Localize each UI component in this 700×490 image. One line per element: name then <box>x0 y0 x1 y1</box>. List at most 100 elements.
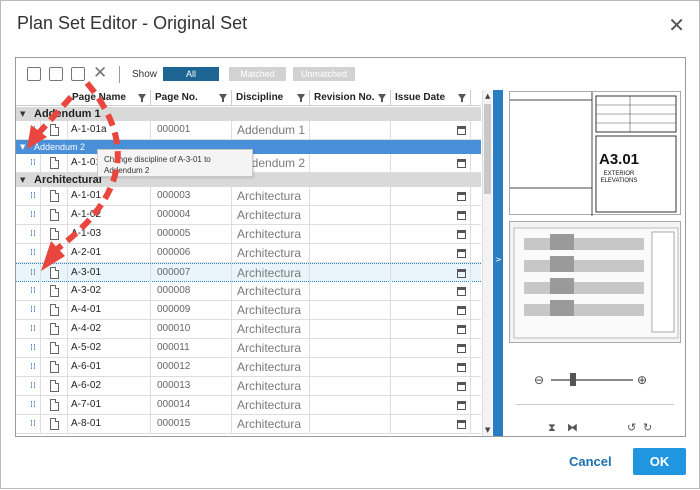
collapse-triangle-icon[interactable]: ▼ <box>20 107 25 121</box>
calendar-icon[interactable] <box>457 211 466 220</box>
page-name-cell[interactable]: A-1-01a <box>68 121 151 139</box>
delete-icon[interactable]: ✕ <box>93 63 107 83</box>
discipline-cell[interactable]: Architectura <box>232 301 310 319</box>
filter-matched-button[interactable]: Matched <box>229 67 286 81</box>
issue-date-cell[interactable] <box>391 415 471 433</box>
revision-no-cell[interactable] <box>310 121 391 139</box>
revision-no-cell[interactable] <box>310 244 391 262</box>
calendar-icon[interactable] <box>457 401 466 410</box>
table-row[interactable]: ⁞⁞ A-2-01 000006 Architectura <box>16 244 481 263</box>
page-no-cell[interactable]: 000005 <box>151 225 232 243</box>
collapse-triangle-icon[interactable]: ▼ <box>20 140 25 154</box>
discipline-cell[interactable]: Architectura <box>232 377 310 395</box>
calendar-icon[interactable] <box>457 249 466 258</box>
page-name-cell[interactable]: A-8-01 <box>68 415 151 433</box>
revision-no-cell[interactable] <box>310 264 391 282</box>
issue-date-cell[interactable] <box>391 339 471 357</box>
drag-handle-icon[interactable]: ⁞⁞ <box>26 225 41 243</box>
rotate-left-icon[interactable]: ↺ <box>627 421 636 434</box>
add-sheet-icon[interactable] <box>27 67 41 81</box>
drag-handle-icon[interactable]: ⁞⁞ <box>26 244 41 262</box>
page-no-cell[interactable]: 000011 <box>151 339 232 357</box>
page-name-cell[interactable]: A-1-02 <box>68 206 151 224</box>
page-no-cell[interactable]: 000007 <box>151 264 232 282</box>
issue-date-cell[interactable] <box>391 154 471 172</box>
issue-date-cell[interactable] <box>391 187 471 205</box>
revision-no-cell[interactable] <box>310 187 391 205</box>
issue-date-cell[interactable] <box>391 206 471 224</box>
page-no-cell[interactable]: 000015 <box>151 415 232 433</box>
calendar-icon[interactable] <box>457 230 466 239</box>
page-name-cell[interactable]: A-1-03 <box>68 225 151 243</box>
zoom-out-icon[interactable]: ⊖ <box>534 373 544 387</box>
drag-handle-icon[interactable]: ⁞⁞ <box>26 396 41 414</box>
drag-handle-icon[interactable]: ⁞⁞ <box>26 187 41 205</box>
discipline-cell[interactable]: Architectura <box>232 225 310 243</box>
issue-date-cell[interactable] <box>391 225 471 243</box>
revision-no-cell[interactable] <box>310 339 391 357</box>
issue-date-cell[interactable] <box>391 244 471 262</box>
discipline-cell[interactable]: Architectura <box>232 282 310 300</box>
table-row[interactable]: ⁞⁞ A-3-01 000007 Architectura <box>16 263 481 282</box>
table-row[interactable]: ⁞⁞ A-6-01 000012 Architectura <box>16 358 481 377</box>
page-name-cell[interactable]: A-7-01 <box>68 396 151 414</box>
drag-handle-icon[interactable]: ⁞⁞ <box>26 282 41 300</box>
calendar-icon[interactable] <box>457 269 466 278</box>
discipline-cell[interactable]: Architectura <box>232 206 310 224</box>
calendar-icon[interactable] <box>457 363 466 372</box>
expand-icon[interactable] <box>49 67 63 81</box>
calendar-icon[interactable] <box>457 306 466 315</box>
discipline-cell[interactable]: Architectura <box>232 358 310 376</box>
drag-handle-icon[interactable]: ⁞⁞ <box>26 206 41 224</box>
flip-vertical-icon[interactable]: ⧗ <box>548 421 556 435</box>
calendar-icon[interactable] <box>457 126 466 135</box>
drag-handle-icon[interactable]: ⁞⁞ <box>26 339 41 357</box>
table-row[interactable]: ⁞⁞ A-1-01a 000001 Addendum 1 <box>16 121 481 140</box>
table-row[interactable]: ⁞⁞ A-7-01 000014 Architectura <box>16 396 481 415</box>
page-no-cell[interactable]: 000001 <box>151 121 232 139</box>
drag-handle-icon[interactable]: ⁞⁞ <box>26 154 41 172</box>
discipline-cell[interactable]: Architectura <box>232 244 310 262</box>
issue-date-cell[interactable] <box>391 121 471 139</box>
table-row[interactable]: ⁞⁞ A-8-01 000015 Architectura <box>16 415 481 434</box>
panel-splitter[interactable]: > <box>493 90 503 436</box>
filter-all-button[interactable]: All <box>163 67 219 81</box>
col-header-discipline[interactable]: Discipline <box>232 90 310 106</box>
grid-scrollbar[interactable]: ▲ ▼ <box>482 90 492 436</box>
calendar-icon[interactable] <box>457 159 466 168</box>
issue-date-cell[interactable] <box>391 320 471 338</box>
revision-no-cell[interactable] <box>310 301 391 319</box>
filter-icon[interactable] <box>378 94 386 102</box>
page-name-cell[interactable]: A-6-01 <box>68 358 151 376</box>
page-name-cell[interactable]: A-3-01 <box>68 264 151 282</box>
group-header[interactable]: ▼ Addendum 1 <box>16 107 481 121</box>
revision-no-cell[interactable] <box>310 282 391 300</box>
issue-date-cell[interactable] <box>391 396 471 414</box>
table-row[interactable]: ⁞⁞ A-4-02 000010 Architectura <box>16 320 481 339</box>
calendar-icon[interactable] <box>457 382 466 391</box>
page-no-cell[interactable]: 000012 <box>151 358 232 376</box>
table-row[interactable]: ⁞⁞ A-4-01 000009 Architectura <box>16 301 481 320</box>
drag-handle-icon[interactable]: ⁞⁞ <box>26 320 41 338</box>
discipline-cell[interactable]: Architectura <box>232 264 310 282</box>
page-name-cell[interactable]: A-3-02 <box>68 282 151 300</box>
drag-handle-icon[interactable]: ⁞⁞ <box>26 415 41 433</box>
drag-handle-icon[interactable]: ⁞⁞ <box>26 121 41 139</box>
discipline-cell[interactable]: Architectura <box>232 339 310 357</box>
page-name-cell[interactable]: A-1-01 <box>68 187 151 205</box>
scroll-down-icon[interactable]: ▼ <box>485 426 490 434</box>
table-row[interactable]: ⁞⁞ A-5-02 000011 Architectura <box>16 339 481 358</box>
table-row[interactable]: ⁞⁞ A-1-02 000004 Architectura <box>16 206 481 225</box>
page-no-cell[interactable]: 000004 <box>151 206 232 224</box>
collapse-icon[interactable] <box>71 67 85 81</box>
zoom-slider-thumb[interactable] <box>570 373 577 386</box>
page-no-cell[interactable]: 000014 <box>151 396 232 414</box>
page-name-cell[interactable]: A-5-02 <box>68 339 151 357</box>
flip-horizontal-icon[interactable]: ⧓ <box>567 421 578 434</box>
drag-handle-icon[interactable]: ⁞⁞ <box>26 264 41 282</box>
issue-date-cell[interactable] <box>391 264 471 282</box>
revision-no-cell[interactable] <box>310 358 391 376</box>
col-header-page-no[interactable]: Page No. <box>151 90 232 106</box>
filter-icon[interactable] <box>297 94 305 102</box>
page-name-cell[interactable]: A-6-02 <box>68 377 151 395</box>
